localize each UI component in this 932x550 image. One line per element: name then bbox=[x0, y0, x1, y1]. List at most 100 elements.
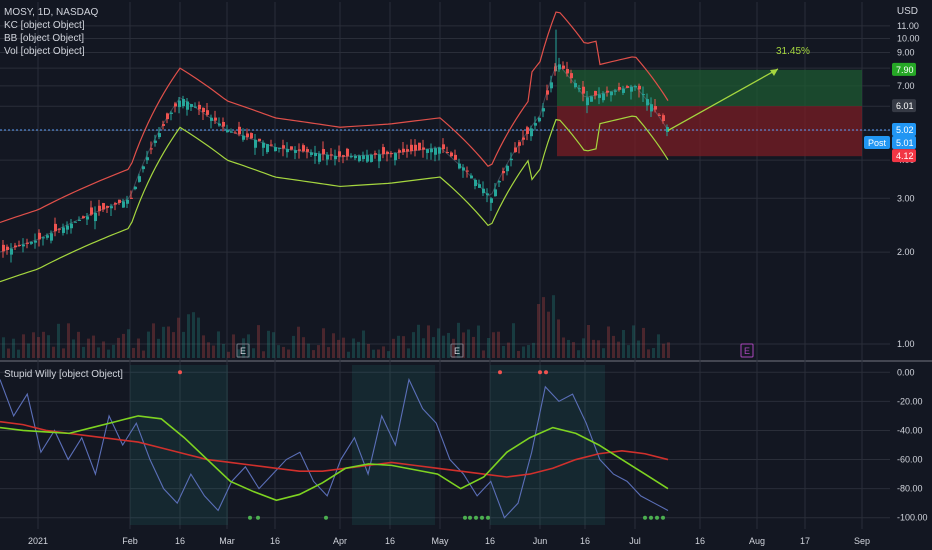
candle-body bbox=[82, 216, 85, 219]
candle-body bbox=[350, 156, 353, 158]
candle-body bbox=[278, 147, 281, 149]
candle-body bbox=[218, 123, 221, 126]
candle-body bbox=[638, 85, 641, 90]
volume-bar bbox=[582, 338, 585, 358]
volume-bar bbox=[152, 323, 155, 358]
time-axis-tick: Jul bbox=[629, 536, 641, 546]
candle-body bbox=[602, 93, 605, 101]
volume-bar bbox=[517, 350, 520, 358]
time-axis-tick: 16 bbox=[695, 536, 705, 546]
volume-bar bbox=[302, 337, 305, 358]
candle-body bbox=[206, 110, 209, 115]
price-axis-tick: 2.00 bbox=[897, 247, 915, 257]
oscillator-title[interactable]: Stupid Willy [object Object] bbox=[4, 368, 123, 381]
candle-body bbox=[238, 126, 241, 135]
volume-bar bbox=[602, 348, 605, 358]
candle-body bbox=[162, 124, 165, 126]
candle-body bbox=[282, 145, 285, 149]
candle-body bbox=[174, 103, 177, 107]
candle-body bbox=[414, 144, 417, 151]
candle-body bbox=[462, 167, 465, 171]
candle-body bbox=[322, 149, 325, 155]
volume-bar bbox=[47, 335, 50, 358]
candle-body bbox=[222, 121, 225, 127]
volume-bar bbox=[42, 331, 45, 358]
volume-bar bbox=[147, 331, 150, 358]
bb-indicator-label[interactable]: BB [object Object] bbox=[4, 32, 98, 45]
candle-body bbox=[286, 148, 289, 153]
volume-bar bbox=[667, 342, 670, 358]
osc-axis-tick: -60.00 bbox=[897, 455, 923, 465]
volume-bar bbox=[587, 324, 590, 358]
volume-bar bbox=[347, 351, 350, 358]
volume-bar bbox=[77, 331, 80, 358]
candle-body bbox=[358, 155, 361, 162]
chart-canvas[interactable]: 11.0010.009.008.007.006.005.004.003.002.… bbox=[0, 0, 932, 550]
signal-dot bbox=[538, 370, 542, 375]
volume-bar bbox=[332, 333, 335, 358]
time-axis-tick: May bbox=[431, 536, 449, 546]
volume-bar bbox=[102, 341, 105, 358]
volume-bar bbox=[317, 345, 320, 358]
volume-bar bbox=[627, 345, 630, 358]
candle-body bbox=[274, 147, 277, 152]
kc-indicator-label[interactable]: KC [object Object] bbox=[4, 19, 98, 32]
volume-bar bbox=[497, 331, 500, 358]
volume-bar bbox=[297, 326, 300, 358]
volume-bar bbox=[227, 351, 230, 358]
earnings-marker-label: E bbox=[240, 346, 246, 356]
volume-bar bbox=[422, 338, 425, 358]
candle-body bbox=[270, 144, 273, 146]
candle-body bbox=[186, 101, 189, 110]
candle-body bbox=[470, 175, 473, 178]
price-badge-label: 7.90 bbox=[896, 65, 914, 75]
volume-bar bbox=[402, 336, 405, 358]
signal-dot bbox=[468, 515, 472, 520]
candle-body bbox=[266, 144, 269, 153]
candle-body bbox=[58, 228, 61, 230]
volume-bar bbox=[567, 339, 570, 358]
vol-indicator-label[interactable]: Vol [object Object] bbox=[4, 45, 98, 58]
candle-body bbox=[522, 137, 525, 140]
volume-bar bbox=[417, 324, 420, 358]
candle-body bbox=[134, 186, 137, 190]
volume-bar bbox=[472, 336, 475, 358]
candle-body bbox=[474, 179, 477, 187]
volume-bar bbox=[22, 334, 25, 358]
candle-body bbox=[494, 189, 497, 197]
volume-bar bbox=[362, 330, 365, 358]
volume-bar bbox=[97, 347, 100, 358]
candle-body bbox=[78, 219, 81, 221]
candle-body bbox=[190, 104, 193, 107]
volume-bar bbox=[132, 347, 135, 358]
volume-bar bbox=[492, 332, 495, 358]
candle-body bbox=[614, 90, 617, 92]
volume-bar bbox=[337, 339, 340, 358]
candle-body bbox=[170, 112, 173, 114]
candle-body bbox=[394, 153, 397, 161]
candle-body bbox=[642, 94, 645, 96]
volume-bar bbox=[512, 323, 515, 358]
volume-bar bbox=[262, 351, 265, 358]
volume-bar bbox=[172, 332, 175, 358]
candle-body bbox=[14, 245, 17, 248]
volume-bar bbox=[307, 343, 310, 358]
candle-body bbox=[578, 88, 581, 90]
candle-body bbox=[258, 138, 261, 142]
candle-body bbox=[446, 152, 449, 154]
volume-bar bbox=[287, 349, 290, 358]
candle-body bbox=[546, 90, 549, 95]
candle-body bbox=[34, 240, 37, 243]
candle-body bbox=[314, 153, 317, 157]
symbol-title[interactable]: MOSY, 1D, NASDAQ bbox=[4, 6, 98, 19]
stop-zone bbox=[557, 106, 862, 157]
volume-bar bbox=[207, 342, 210, 358]
candle-body bbox=[374, 153, 377, 155]
candle-body bbox=[50, 233, 53, 241]
volume-bar bbox=[232, 334, 235, 358]
volume-bar bbox=[612, 335, 615, 358]
signal-region bbox=[352, 365, 435, 525]
volume-bar bbox=[527, 345, 530, 358]
candle-body bbox=[630, 87, 633, 92]
volume-bar bbox=[507, 342, 510, 358]
